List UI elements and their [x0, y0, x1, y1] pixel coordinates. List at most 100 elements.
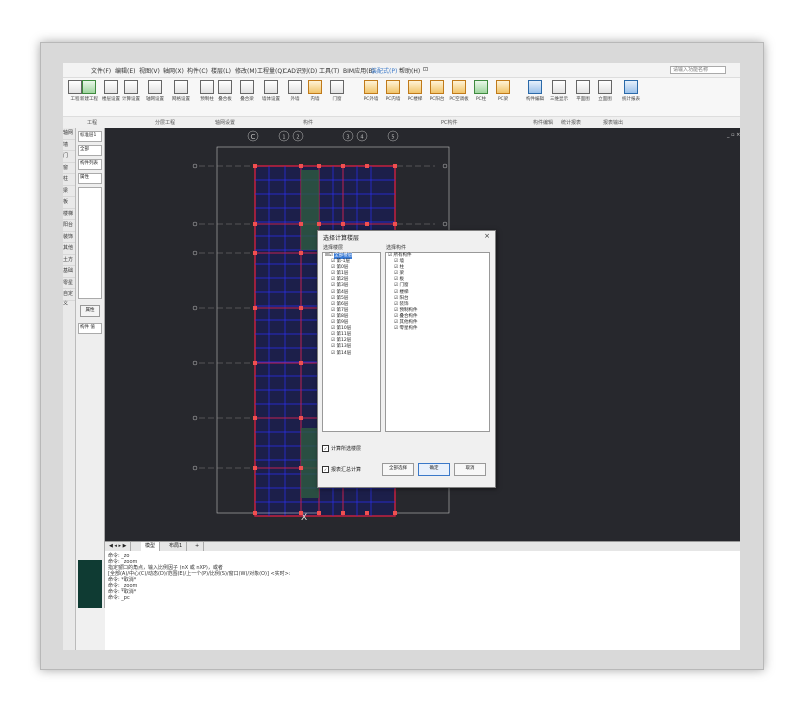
- ribbon-group-label: 轴网设置: [215, 120, 236, 126]
- category-item[interactable]: 自定义: [63, 289, 75, 307]
- tool-icon: [148, 80, 162, 94]
- category-item[interactable]: 楼梯: [63, 209, 75, 220]
- tool-icon: [598, 80, 612, 94]
- layout-tabs: ◀ ◂ ▸ ▶ 模型 布局1 +: [105, 541, 740, 551]
- menu-item[interactable]: ⊡: [423, 66, 428, 73]
- tool-icon: [82, 80, 96, 94]
- category-item[interactable]: 柱: [63, 174, 75, 186]
- tool-icon: [104, 80, 118, 94]
- ribbon-button-label: 内墙: [310, 97, 320, 102]
- component-tree[interactable]: ☑ 所有构件 ☑ 墙 ☑ 柱 ☑ 梁 ☑ 板 ☑ 门窗 ☑ 楼梯 ☑ 阳台 ☑ 装饰 ☑ 预制构件…: [385, 252, 490, 432]
- axis-label: 2: [296, 135, 299, 141]
- ribbon-button[interactable]: 构件编辑: [523, 80, 547, 102]
- ribbon-group-label: 分层工程: [155, 120, 176, 126]
- properties-button[interactable]: 属性: [80, 305, 100, 317]
- menu-item[interactable]: 帮助(H): [399, 66, 420, 75]
- ribbon-button-label: 叠合板: [218, 97, 232, 102]
- category-item[interactable]: 其他: [63, 243, 75, 255]
- tool-icon: [240, 80, 254, 94]
- menu-item[interactable]: 装配式(P): [371, 66, 397, 75]
- ribbon-group-label: 报表输出: [603, 120, 624, 126]
- ribbon-button[interactable]: 轴网设置: [143, 80, 167, 102]
- property-header: 构件 值: [78, 323, 102, 334]
- component-tree-item[interactable]: ☑ 零星构件: [386, 326, 489, 332]
- report-summary-checkbox[interactable]: ✓ 报表汇总计算: [322, 466, 361, 473]
- category-item[interactable]: 土方: [63, 255, 75, 266]
- floor-label: 第6层: [336, 301, 349, 307]
- ribbon-button[interactable]: PC外墙: [359, 80, 383, 102]
- ribbon-button[interactable]: 新建工程: [77, 80, 101, 102]
- ribbon-button[interactable]: 计算设置: [119, 80, 143, 102]
- ribbon-group-label: 构件: [303, 120, 314, 126]
- cancel-button[interactable]: 取消: [454, 463, 486, 476]
- ribbon-button[interactable]: 叠合梁: [235, 80, 259, 102]
- filter-select[interactable]: 全部: [78, 145, 102, 156]
- ribbon-button[interactable]: PC柱: [469, 80, 493, 102]
- ribbon-button-label: 门窗: [332, 97, 342, 102]
- category-item[interactable]: 门: [63, 151, 75, 163]
- floor-label: 第9层: [336, 320, 349, 326]
- ribbon-button[interactable]: 内墙: [303, 80, 327, 102]
- property-select[interactable]: 属性: [78, 173, 102, 184]
- menu-item[interactable]: 轴网(X): [163, 66, 184, 75]
- floor-tree-item[interactable]: ☑ 第14层: [323, 351, 380, 357]
- menu-item[interactable]: 工具(T): [319, 66, 339, 75]
- ribbon-button[interactable]: 立面图: [593, 80, 617, 102]
- ribbon-button[interactable]: 统计报表: [619, 80, 643, 102]
- menu-item[interactable]: 修改(M): [235, 66, 257, 75]
- category-item[interactable]: 装饰: [63, 232, 75, 243]
- floor-tree[interactable]: ⊟☑ 全部楼层 ☑ 第-1层 ☑ 第0层 ☑ 第1层 ☑ 第2层 ☑ 第3层 ☑ 第4层 ☑ …: [322, 252, 381, 432]
- close-icon[interactable]: ×: [484, 232, 490, 240]
- menu-item[interactable]: 构件(C): [187, 66, 208, 75]
- category-item[interactable]: 零星: [63, 278, 75, 289]
- ribbon-button[interactable]: 墙体设置: [259, 80, 283, 102]
- menu-item[interactable]: 编辑(E): [115, 66, 135, 75]
- category-item[interactable]: 墙: [63, 140, 75, 151]
- category-item[interactable]: 板: [63, 197, 75, 209]
- axis-label: 3: [346, 135, 349, 141]
- component-list[interactable]: [78, 187, 102, 299]
- tab-model[interactable]: 模型: [141, 542, 161, 551]
- tab-add[interactable]: +: [191, 542, 205, 551]
- component-list-select[interactable]: 构件列表: [78, 159, 102, 170]
- ribbon-button[interactable]: 叠合板: [213, 80, 237, 102]
- menu-item[interactable]: 视图(V): [139, 66, 160, 75]
- calc-selected-floors-checkbox[interactable]: ✓ 计算所选楼层: [322, 445, 361, 452]
- floor-label: 第4层: [336, 289, 349, 295]
- ribbon-button[interactable]: PC梁: [491, 80, 515, 102]
- floor-label: 第0层: [336, 265, 349, 271]
- ribbon-button[interactable]: 平面图: [571, 80, 595, 102]
- ribbon-button[interactable]: PC阳台: [425, 80, 449, 102]
- ribbon-button[interactable]: 网格设置: [169, 80, 193, 102]
- select-all-button[interactable]: 全部选择: [382, 463, 414, 476]
- function-search-input[interactable]: 请输入功能名称: [670, 66, 726, 74]
- tab-nav[interactable]: ◀ ◂ ▸ ▶: [105, 542, 132, 551]
- ribbon-button-label: 统计报表: [622, 97, 640, 102]
- category-item[interactable]: 阳台: [63, 220, 75, 232]
- menu-item[interactable]: 文件(F): [91, 66, 111, 75]
- ribbon-button[interactable]: PC楼梯: [403, 80, 427, 102]
- tool-icon: [386, 80, 400, 94]
- tool-icon: [408, 80, 422, 94]
- menu-item[interactable]: 工程量(Q): [257, 66, 284, 75]
- floor-label: 第1层: [336, 271, 349, 277]
- tool-icon: [174, 80, 188, 94]
- axis-label: 4: [360, 135, 363, 141]
- category-item[interactable]: 轴网: [63, 128, 75, 140]
- command-line[interactable]: 命令: _zo 命令: _zoom 指定窗口的角点，输入比例因子 (nX 或 nXP…: [105, 551, 740, 650]
- app-window: 请输入功能名称 文件(F) 编辑(E) 视图(V) 轴网(X) 构件(C) 楼层(L) 修改…: [63, 63, 740, 650]
- ribbon-button[interactable]: 门窗: [325, 80, 349, 102]
- ok-button[interactable]: 确定: [418, 463, 450, 476]
- category-item[interactable]: 基础: [63, 266, 75, 278]
- category-item[interactable]: 窗: [63, 163, 75, 174]
- category-item[interactable]: 梁: [63, 186, 75, 197]
- ribbon-button-label: 轴网设置: [146, 97, 164, 102]
- floor-select[interactable]: 标准层1: [78, 131, 102, 142]
- ribbon-button[interactable]: PC空调板: [447, 80, 471, 102]
- tab-layout1[interactable]: 布局1: [165, 542, 188, 551]
- ribbon-button[interactable]: 三维显示: [547, 80, 571, 102]
- ribbon-button[interactable]: PC内墙: [381, 80, 405, 102]
- ribbon-button-label: 平面图: [576, 97, 590, 102]
- menu-item[interactable]: CAD识别(D): [283, 66, 317, 75]
- menu-item[interactable]: 楼层(L): [211, 66, 231, 75]
